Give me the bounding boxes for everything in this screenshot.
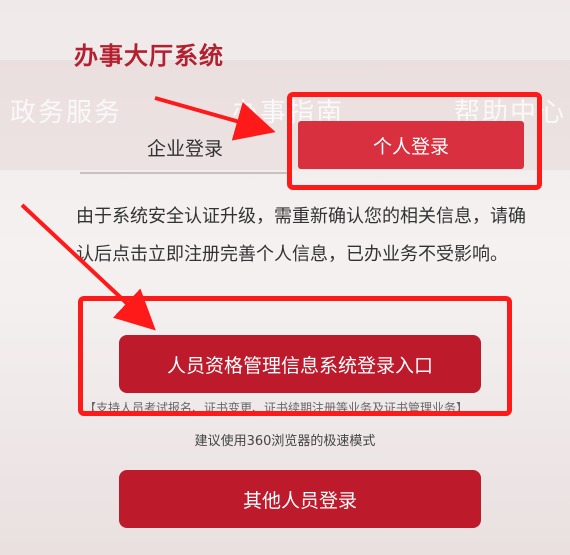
upgrade-notice: 由于系统安全认证升级，需重新确认您的相关信息，请确认后点击立即注册完善个人信息，… [76, 206, 526, 265]
supported-services-note: 【支持人员考试报名、证书变更、证书续期注册等业务及证书管理业务】 [84, 401, 469, 415]
tab-personal-login[interactable]: 个人登录 [298, 121, 524, 169]
page-title: 办事大厅系统 [74, 42, 224, 70]
browser-recommendation: 建议使用360浏览器的极速模式 [194, 434, 376, 449]
tab-enterprise-login[interactable]: 企业登录 [80, 122, 290, 174]
login-page: 政务服务 办事指南 帮助中心 办事大厅系统 企业登录 个人登录 由于系统安全认证… [0, 0, 570, 555]
qualification-system-login-button[interactable]: 人员资格管理信息系统登录入口 [119, 335, 481, 393]
other-personnel-login-button[interactable]: 其他人员登录 [119, 470, 481, 528]
